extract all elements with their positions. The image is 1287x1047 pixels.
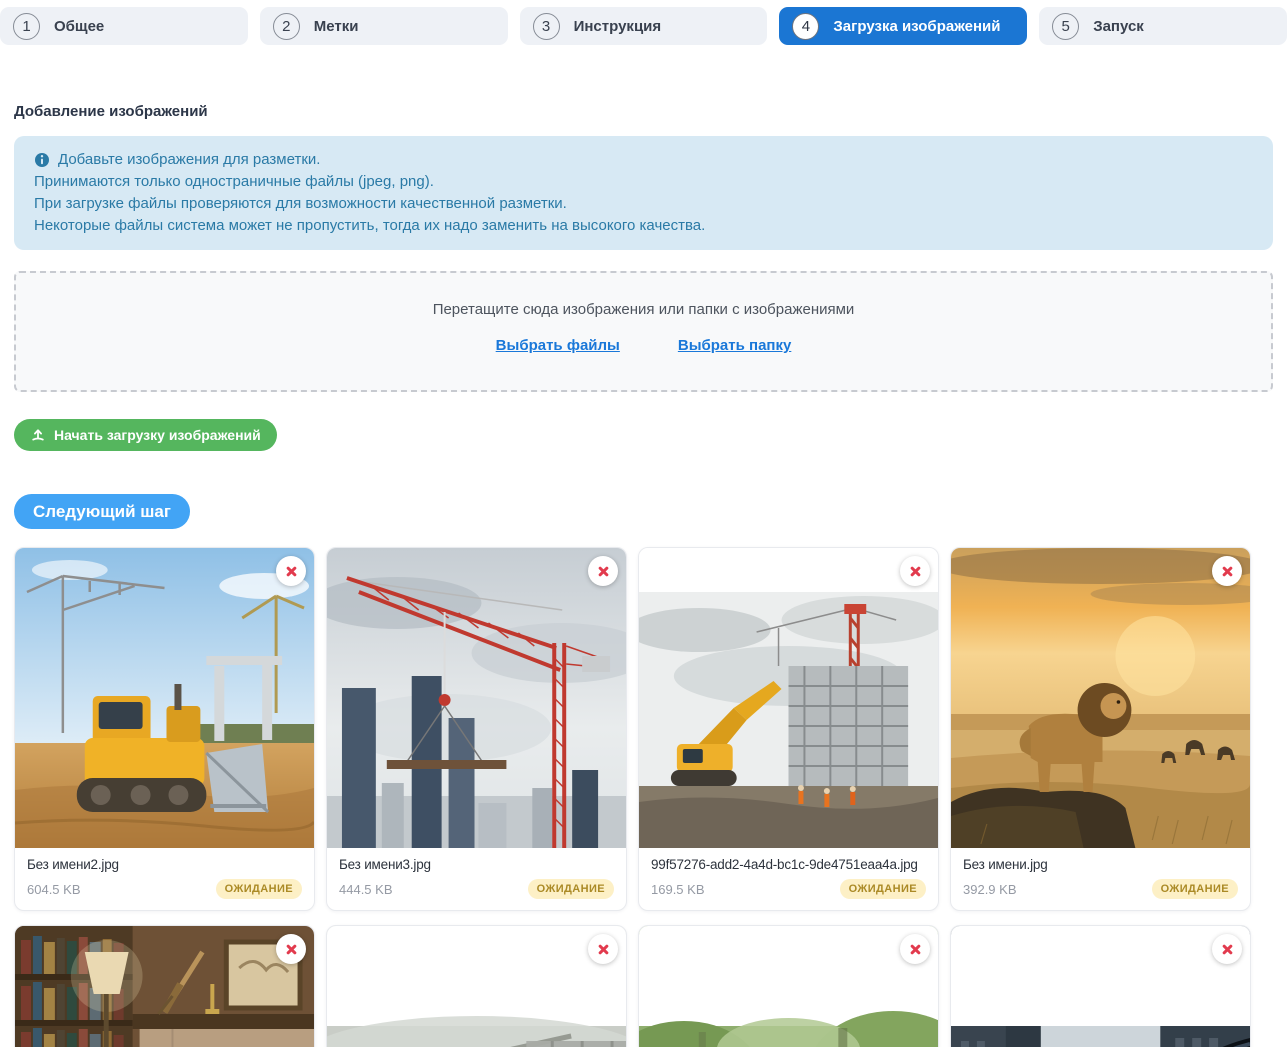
dropzone-links: Выбрать файлы Выбрать папку xyxy=(16,337,1271,354)
image-filesize: 444.5 KB xyxy=(339,882,393,897)
close-icon xyxy=(285,943,298,956)
image-card xyxy=(950,925,1251,1047)
step-label: Загрузка изображений xyxy=(833,18,1000,35)
remove-image-button[interactable] xyxy=(1212,934,1242,964)
info-icon xyxy=(34,152,50,168)
step-number-badge: 3 xyxy=(533,13,560,40)
status-badge: ОЖИДАНИЕ xyxy=(1152,879,1238,899)
step-number-badge: 5 xyxy=(1052,13,1079,40)
close-icon xyxy=(597,943,610,956)
info-line: Добавьте изображения для разметки. xyxy=(34,149,1253,171)
step-number-badge: 4 xyxy=(792,13,819,40)
image-card-footer: 99f57276-add2-4a4d-bc1c-9de4751eaa4a.jpg… xyxy=(639,848,938,910)
step-label: Общее xyxy=(54,18,104,35)
image-card xyxy=(638,925,939,1047)
image-card: 99f57276-add2-4a4d-bc1c-9de4751eaa4a.jpg… xyxy=(638,547,939,911)
close-icon xyxy=(285,565,298,578)
image-thumbnail xyxy=(639,926,938,1047)
image-card: Без имени3.jpg 444.5 KB ОЖИДАНИЕ xyxy=(326,547,627,911)
choose-files-link[interactable]: Выбрать файлы xyxy=(496,337,620,354)
upload-icon xyxy=(30,427,46,443)
info-line: При загрузке файлы проверяются для возмо… xyxy=(34,193,1253,215)
info-line: Некоторые файлы система может не пропуст… xyxy=(34,215,1253,237)
remove-image-button[interactable] xyxy=(588,934,618,964)
close-icon xyxy=(597,565,610,578)
dropzone[interactable]: Перетащите сюда изображения или папки с … xyxy=(14,271,1273,392)
step-label: Метки xyxy=(314,18,359,35)
wizard-steps: 1 Общее 2 Метки 3 Инструкция 4 Загрузка изображ… xyxy=(0,7,1287,45)
image-thumbnail xyxy=(327,926,626,1047)
image-filename: Без имени3.jpg xyxy=(339,857,614,872)
image-thumbnail xyxy=(951,926,1250,1047)
image-filesize: 169.5 KB xyxy=(651,882,705,897)
remove-image-button[interactable] xyxy=(588,556,618,586)
remove-image-button[interactable] xyxy=(276,934,306,964)
image-card: Без имени2.jpg 604.5 KB ОЖИДАНИЕ xyxy=(14,547,315,911)
status-badge: ОЖИДАНИЕ xyxy=(216,879,302,899)
image-card-footer: Без имени.jpg 392.9 KB ОЖИДАНИЕ xyxy=(951,848,1250,910)
image-card: Без имени.jpg 392.9 KB ОЖИДАНИЕ xyxy=(950,547,1251,911)
close-icon xyxy=(909,565,922,578)
choose-folder-link[interactable]: Выбрать папку xyxy=(678,337,791,354)
image-thumbnail xyxy=(15,548,314,848)
start-upload-button[interactable]: Начать загрузку изображений xyxy=(14,419,277,451)
remove-image-button[interactable] xyxy=(1212,556,1242,586)
step-number-badge: 2 xyxy=(273,13,300,40)
image-filesize: 392.9 KB xyxy=(963,882,1017,897)
step-tab-5[interactable]: 5 Запуск xyxy=(1039,7,1287,45)
dropzone-hint: Перетащите сюда изображения или папки с … xyxy=(16,301,1271,318)
close-icon xyxy=(1221,943,1234,956)
status-badge: ОЖИДАНИЕ xyxy=(528,879,614,899)
step-tab-2[interactable]: 2 Метки xyxy=(260,7,508,45)
image-thumbnail xyxy=(951,548,1250,848)
image-thumbnail xyxy=(327,548,626,848)
info-text: Добавьте изображения для разметки. xyxy=(58,149,320,171)
remove-image-button[interactable] xyxy=(276,556,306,586)
image-filesize: 604.5 KB xyxy=(27,882,81,897)
close-icon xyxy=(1221,565,1234,578)
section-title: Добавление изображений xyxy=(14,103,1273,120)
step-tab-4[interactable]: 4 Загрузка изображений xyxy=(779,7,1027,45)
image-filename: 99f57276-add2-4a4d-bc1c-9de4751eaa4a.jpg xyxy=(651,857,926,872)
close-icon xyxy=(909,943,922,956)
remove-image-button[interactable] xyxy=(900,934,930,964)
image-thumbnail xyxy=(15,926,314,1047)
image-card-footer: Без имени2.jpg 604.5 KB ОЖИДАНИЕ xyxy=(15,848,314,910)
image-card xyxy=(326,925,627,1047)
info-line: Принимаются только одностраничные файлы … xyxy=(34,171,1253,193)
step-label: Запуск xyxy=(1093,18,1144,35)
start-upload-label: Начать загрузку изображений xyxy=(54,427,261,443)
image-card xyxy=(14,925,315,1047)
image-card-footer: Без имени3.jpg 444.5 KB ОЖИДАНИЕ xyxy=(327,848,626,910)
remove-image-button[interactable] xyxy=(900,556,930,586)
step-tab-3[interactable]: 3 Инструкция xyxy=(520,7,768,45)
step-number-badge: 1 xyxy=(13,13,40,40)
image-filename: Без имени.jpg xyxy=(963,857,1238,872)
step-tab-1[interactable]: 1 Общее xyxy=(0,7,248,45)
next-step-button[interactable]: Следующий шаг xyxy=(14,494,190,529)
image-thumbnail xyxy=(639,548,938,848)
info-box: Добавьте изображения для разметки. Прини… xyxy=(14,136,1273,250)
status-badge: ОЖИДАНИЕ xyxy=(840,879,926,899)
image-filename: Без имени2.jpg xyxy=(27,857,302,872)
step-label: Инструкция xyxy=(574,18,662,35)
image-grid: Без имени2.jpg 604.5 KB ОЖИДАНИЕ Без име… xyxy=(14,547,1273,1047)
